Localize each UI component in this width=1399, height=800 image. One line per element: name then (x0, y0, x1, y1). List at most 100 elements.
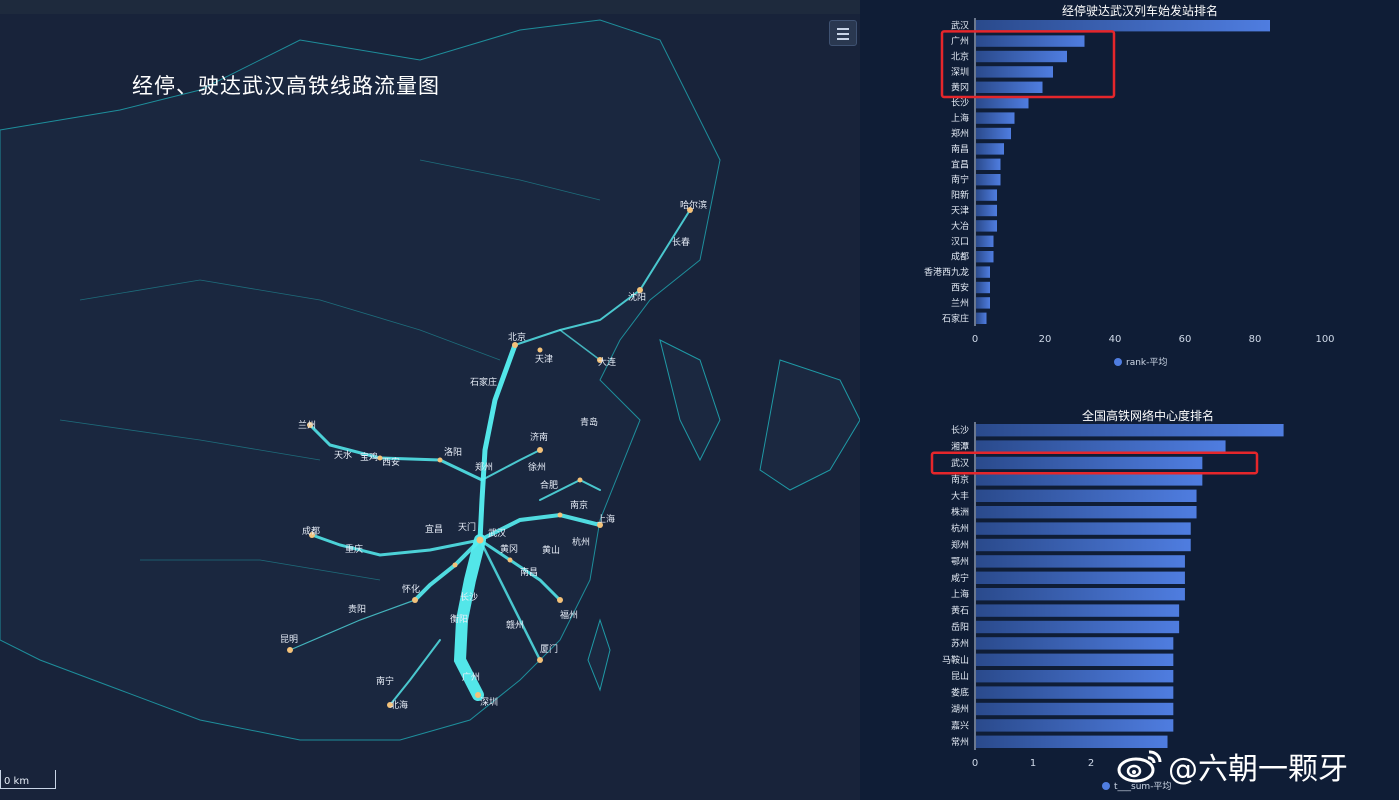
bar[interactable] (976, 20, 1270, 32)
bar[interactable] (976, 735, 1168, 748)
bar[interactable] (976, 538, 1191, 552)
bar[interactable] (976, 719, 1174, 732)
x-tick-label: 80 (1249, 334, 1262, 345)
category-label: 西安 (951, 282, 969, 294)
map-title: 经停、驶达武汉高铁线路流量图 (132, 74, 440, 98)
city-label: 哈尔滨 (680, 199, 707, 211)
bar[interactable] (976, 50, 1067, 63)
category-label: 南宁 (951, 174, 969, 186)
bar[interactable] (976, 686, 1174, 699)
category-label: 长沙 (951, 424, 969, 436)
bar[interactable] (976, 97, 1029, 109)
bar[interactable] (976, 440, 1226, 453)
category-label: 黄石 (951, 605, 969, 617)
bar[interactable] (976, 456, 1203, 470)
bar[interactable] (976, 312, 987, 324)
bar[interactable] (976, 637, 1174, 650)
x-tick-label: 40 (1109, 334, 1122, 345)
bar[interactable] (976, 174, 1001, 186)
city-label: 成都 (302, 525, 320, 537)
city-label: 大连 (598, 356, 616, 368)
bar[interactable] (976, 127, 1011, 140)
city-label: 厦门 (540, 643, 558, 655)
bar[interactable] (976, 702, 1174, 716)
bar[interactable] (976, 473, 1203, 486)
city-label: 昆明 (280, 634, 298, 645)
category-label: 石家庄 (942, 312, 969, 324)
bar[interactable] (976, 112, 1015, 124)
x-tick-label: 0 (972, 334, 978, 345)
category-label: 株洲 (951, 506, 969, 518)
category-label: 兰州 (951, 297, 969, 309)
category-label: 郑州 (951, 539, 969, 551)
bar[interactable] (976, 571, 1185, 584)
bar[interactable] (976, 588, 1185, 601)
bar[interactable] (976, 297, 990, 309)
category-label: 武汉 (951, 457, 969, 469)
city-label: 长沙 (460, 591, 478, 603)
city-label: 北海 (390, 699, 408, 711)
bar[interactable] (976, 604, 1180, 617)
bar[interactable] (976, 281, 990, 294)
bar[interactable] (976, 220, 997, 232)
category-label: 嘉兴 (951, 719, 969, 731)
bar[interactable] (976, 506, 1197, 519)
x-tick-label: 100 (1315, 334, 1334, 345)
bar[interactable] (976, 66, 1053, 78)
watermark-text: @六朝一颗牙 (1168, 752, 1348, 787)
city-label: 徐州 (528, 461, 546, 473)
bar[interactable] (976, 143, 1004, 155)
category-label: 南昌 (951, 143, 969, 155)
category-label: 北京 (951, 51, 969, 63)
category-label: 上海 (951, 112, 969, 124)
category-label: 汉口 (951, 236, 969, 247)
x-tick-label: 2 (1088, 758, 1094, 769)
city-label: 兰州 (298, 419, 316, 431)
bar[interactable] (976, 522, 1191, 535)
category-label: 宜昌 (951, 158, 969, 170)
bar[interactable] (976, 251, 994, 263)
bar[interactable] (976, 670, 1174, 683)
x-tick-label: 60 (1179, 334, 1192, 345)
centrality-ranking-chart[interactable]: 全国高铁网络中心度排名长沙湘潭武汉南京大丰株洲杭州郑州鄂州咸宁上海黄石岳阳苏州马… (860, 400, 1399, 800)
bar[interactable] (976, 424, 1284, 437)
city-label: 天门 (458, 521, 476, 533)
city-label: 武汉 (488, 527, 506, 539)
category-label: 娄底 (951, 687, 969, 699)
chart-title: 全国高铁网络中心度排名 (1082, 408, 1214, 423)
bar[interactable] (976, 235, 994, 247)
city-label: 福州 (560, 609, 578, 621)
category-label: 咸宁 (951, 572, 969, 584)
city-label: 沈阳 (628, 291, 646, 303)
bar[interactable] (976, 204, 997, 217)
city-label: 黄山 (542, 544, 560, 556)
chart-title: 经停驶达武汉列车始发站排名 (1062, 3, 1218, 18)
category-label: 南京 (951, 473, 969, 485)
hamburger-menu-icon[interactable] (829, 20, 857, 46)
category-label: 成都 (951, 251, 969, 263)
bar[interactable] (976, 489, 1197, 502)
bar[interactable] (976, 555, 1185, 568)
category-label: 黄冈 (951, 81, 969, 93)
bar[interactable] (976, 189, 997, 201)
bar[interactable] (976, 620, 1180, 634)
flow-map-panel[interactable]: 北京 天津 石家庄 郑州 西安 兰州 成都 重庆 武汉 长沙 南昌 合肥 南京 … (0, 0, 860, 800)
city-label: 长春 (672, 236, 690, 248)
bar[interactable] (976, 653, 1174, 666)
bar[interactable] (976, 266, 990, 278)
city-label: 黄冈 (500, 543, 518, 555)
city-label: 天水 (334, 449, 352, 461)
city-label: 天津 (535, 354, 553, 365)
bar[interactable] (976, 81, 1043, 93)
scale-label: 0 km (4, 776, 30, 787)
category-label: 昆山 (951, 671, 969, 682)
city-label: 宝鸡 (360, 451, 378, 463)
city-label: 西安 (382, 456, 400, 468)
origin-station-ranking-chart[interactable]: 经停驶达武汉列车始发站排名武汉广州北京深圳黄冈长沙上海郑州南昌宜昌南宁阳新天津大… (860, 0, 1399, 370)
china-map[interactable]: 北京 天津 石家庄 郑州 西安 兰州 成都 重庆 武汉 长沙 南昌 合肥 南京 … (0, 0, 860, 800)
category-label: 上海 (951, 588, 969, 600)
bar[interactable] (976, 158, 1001, 170)
category-label: 鄂州 (951, 556, 969, 567)
city-label: 郑州 (475, 461, 493, 473)
bar[interactable] (976, 35, 1085, 47)
